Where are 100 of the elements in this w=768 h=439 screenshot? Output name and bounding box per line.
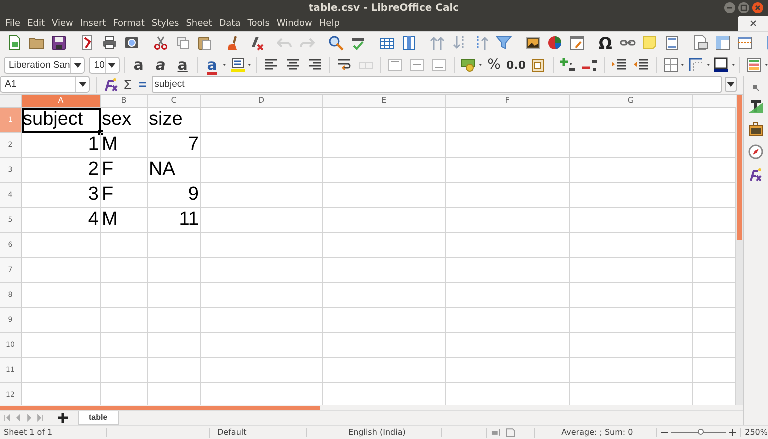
- column-grid-icon: [400, 35, 416, 51]
- font-color-button[interactable]: a: [202, 55, 223, 75]
- horizontal-scrollbar[interactable]: [0, 406, 320, 410]
- table-cell: F: [101, 182, 148, 208]
- percent-button[interactable]: %: [484, 55, 505, 75]
- conditional-format-icon: [746, 57, 762, 73]
- sheet-tab[interactable]: table: [78, 411, 119, 425]
- currency-icon: [460, 57, 477, 73]
- name-box[interactable]: A1: [0, 76, 90, 94]
- note-icon: [642, 35, 658, 51]
- table-cell: M: [101, 208, 148, 233]
- new-document-icon: [6, 35, 22, 51]
- column-header[interactable]: G: [570, 94, 693, 108]
- column-header[interactable]: D: [201, 94, 323, 108]
- menu-item[interactable]: Styles: [148, 18, 183, 28]
- menu-item[interactable]: Help: [316, 18, 344, 28]
- formula-button[interactable]: =: [137, 78, 149, 92]
- close-icon[interactable]: [752, 2, 764, 14]
- column-header[interactable]: C: [148, 94, 201, 108]
- image-icon: [524, 35, 540, 51]
- print-range-icon: [692, 35, 708, 51]
- zoom-slider[interactable]: [661, 429, 736, 436]
- align-bottom-icon: [431, 57, 448, 73]
- font-name-field[interactable]: Liberation San: [4, 56, 86, 74]
- zoom-level: 250%: [740, 428, 768, 437]
- menu-item[interactable]: Tools: [244, 18, 274, 28]
- highlight-color-icon: [230, 57, 246, 73]
- increase-indent-icon: [611, 57, 628, 73]
- dropdown-arrow-icon: [108, 62, 116, 68]
- fill-handle[interactable]: [98, 130, 103, 135]
- window-title: table.csv - LibreOffice Calc: [308, 2, 460, 14]
- table-cell: sex: [101, 108, 148, 133]
- menu-item[interactable]: Edit: [24, 18, 48, 28]
- special-character-button[interactable]: Ω: [595, 33, 616, 53]
- navigator-compass-button[interactable]: [746, 142, 766, 161]
- table-cell: [148, 232, 201, 258]
- menu-item[interactable]: Data: [216, 18, 244, 28]
- close-document-icon[interactable]: [750, 20, 756, 27]
- properties-icon: [748, 98, 764, 114]
- formula-input[interactable]: subject: [152, 76, 722, 94]
- function-wizard-icon[interactable]: [103, 76, 119, 93]
- number-format-button[interactable]: 0.0: [506, 55, 527, 75]
- border-style-icon: [688, 57, 704, 73]
- table-cell: [148, 332, 201, 358]
- borders-icon: [662, 57, 679, 73]
- table-cell: M: [101, 132, 148, 158]
- sum-button[interactable]: Σ: [122, 78, 134, 92]
- table-cell: [101, 308, 148, 333]
- selection-summary: Average: ; Sum: 0: [538, 428, 658, 437]
- menu-item[interactable]: Insert: [76, 18, 110, 28]
- menu-item[interactable]: Sheet: [182, 18, 216, 28]
- table-cell: [148, 308, 201, 333]
- dropdown-arrow-icon: [727, 82, 735, 88]
- print-preview-icon: [124, 35, 140, 51]
- pivot-table-icon: [568, 35, 584, 51]
- sidebar-menu-icon[interactable]: [752, 84, 760, 92]
- align-center-icon: [284, 57, 300, 73]
- table-cell: F: [101, 158, 148, 183]
- menu-item[interactable]: File: [2, 18, 24, 28]
- table-cell: 1: [22, 132, 101, 158]
- find-replace-icon: [328, 35, 344, 51]
- selection-mode-icon[interactable]: [490, 428, 502, 437]
- zoom-out-icon[interactable]: [661, 429, 668, 436]
- table-cell: 11: [148, 208, 201, 233]
- menu-item[interactable]: Format: [110, 18, 148, 28]
- zoom-thumb[interactable]: [698, 429, 704, 435]
- font-size-field[interactable]: 10: [89, 56, 120, 74]
- maximize-icon[interactable]: [738, 2, 750, 14]
- menu-item[interactable]: Window: [273, 18, 316, 28]
- italic-button[interactable]: a: [150, 55, 172, 75]
- add-decimal-icon: [560, 57, 576, 73]
- table-cell: [101, 358, 148, 383]
- table-cell: [148, 258, 201, 283]
- underline-button[interactable]: a: [172, 55, 194, 75]
- gallery-icon: [748, 120, 764, 136]
- bold-button[interactable]: a: [128, 55, 150, 75]
- table-cell: [148, 282, 201, 308]
- language: English (India): [310, 428, 442, 437]
- pdf-export-icon: [80, 35, 96, 51]
- paste-icon: [196, 35, 212, 51]
- minimize-icon[interactable]: [724, 2, 736, 14]
- table-cell: 3: [22, 182, 101, 208]
- printer-icon: [102, 35, 118, 51]
- dropdown-arrow-icon: [78, 82, 86, 88]
- table-cell: NA: [148, 158, 201, 183]
- navigator-compass-icon: [748, 144, 764, 160]
- table-cell: [101, 332, 148, 358]
- decrease-indent-icon: [633, 57, 650, 73]
- column-header[interactable]: B: [101, 94, 148, 108]
- table-cell: 7: [148, 132, 201, 158]
- vertical-scrollbar[interactable]: [737, 94, 742, 240]
- zoom-in-icon[interactable]: [729, 429, 736, 436]
- add-sheet-icon[interactable]: [58, 413, 68, 423]
- table-grid-icon: [378, 35, 394, 51]
- table-cell: size: [148, 108, 201, 133]
- column-header[interactable]: E: [323, 94, 446, 108]
- expand-formula-button[interactable]: [725, 77, 737, 92]
- column-header[interactable]: F: [446, 94, 570, 108]
- menu-item[interactable]: View: [48, 18, 77, 28]
- table-cell: [148, 358, 201, 383]
